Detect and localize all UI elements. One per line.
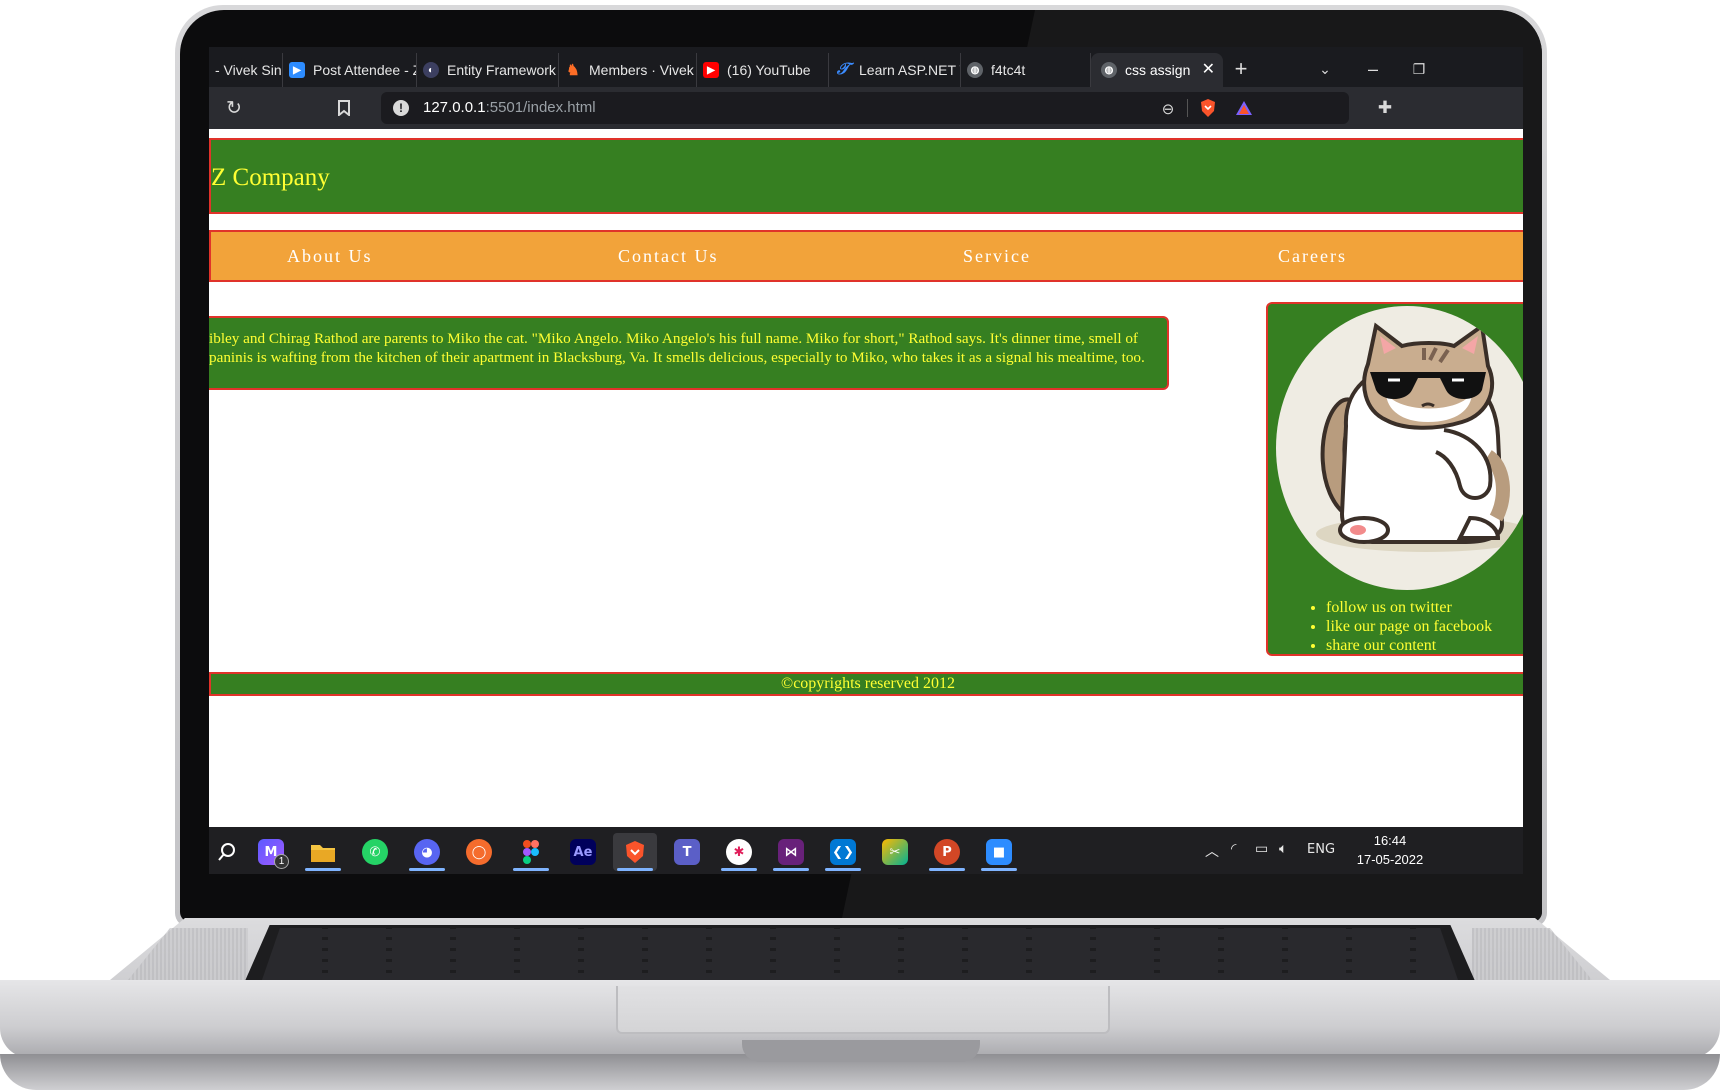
bookmark-icon[interactable] [331, 95, 357, 121]
tab-label: - Vivek Sing [215, 62, 283, 78]
brave-icon[interactable] [613, 833, 657, 871]
teams-icon[interactable]: T [665, 833, 709, 871]
main-nav: About Us Contact Us Service Careers [209, 230, 1523, 282]
copyright-text: ©copyrights reserved 2012 [781, 675, 955, 692]
article-box: ibley and Chirag Rathod are parents to M… [209, 316, 1169, 390]
tab-label: Post Attendee - Z [313, 62, 417, 78]
keyboard-keys [262, 928, 1458, 980]
browser-tab-strip: - Vivek Sing ▶ Post Attendee - Z ◐ Entit… [209, 47, 1523, 87]
figma-icon[interactable] [509, 833, 553, 871]
tab-css-assign[interactable]: ◍ css assign ✕ [1091, 53, 1223, 87]
site-info-icon[interactable]: ! [393, 100, 409, 116]
new-tab-icon[interactable]: + [1227, 55, 1255, 83]
entity-framework-icon: ◐ [423, 62, 439, 78]
whatsapp-icon[interactable]: ✆ [353, 833, 397, 871]
article-text: ibley and Chirag Rathod are parents to M… [209, 330, 1145, 366]
extensions-icon[interactable]: ✚ [1373, 96, 1397, 120]
tab-members[interactable]: ♞ Members · Vivek [559, 53, 697, 87]
tab-learn-aspnet[interactable]: 𝒯 Learn ASP.NET W [829, 53, 961, 87]
page-footer: ©copyrights reserved 2012 [209, 672, 1523, 696]
reload-icon[interactable]: ↻ [221, 95, 247, 121]
address-bar[interactable]: ! 127.0.0.1:5501/index.html ⊖ [381, 92, 1349, 124]
notification-badge: 1 [274, 854, 289, 869]
nav-about-us[interactable]: About Us [287, 246, 373, 267]
powerpoint-icon[interactable]: P [925, 833, 969, 871]
tab-label: f4tc4t [991, 62, 1026, 78]
cat-image [1276, 306, 1523, 590]
tab-entity-framework[interactable]: ◐ Entity Framework [417, 53, 559, 87]
tab-vivek[interactable]: - Vivek Sing [209, 53, 283, 87]
tab-label: Learn ASP.NET W [859, 62, 960, 78]
slack-icon[interactable]: ✱ [717, 833, 761, 871]
social-links: follow us on twitter like our page on fa… [1326, 598, 1492, 655]
brave-shields-icon[interactable] [1197, 97, 1219, 119]
snip-tool-icon[interactable]: ✂ [873, 833, 917, 871]
tray-chevron-icon[interactable]: ︿ [1205, 841, 1219, 861]
tab-f4tc4t[interactable]: ◍ f4tc4t [961, 53, 1091, 87]
minimize-icon[interactable]: – [1359, 55, 1387, 83]
tab-label: (16) YouTube [727, 62, 811, 78]
page-header: Z Company [209, 138, 1523, 214]
nav-service[interactable]: Service [963, 246, 1031, 267]
lid-notch [742, 1040, 980, 1062]
tab-post-attendee[interactable]: ▶ Post Attendee - Z [283, 53, 417, 87]
origin-icon[interactable]: ◯ [457, 833, 501, 871]
social-link-share[interactable]: share our content [1326, 636, 1492, 655]
social-link-twitter[interactable]: follow us on twitter [1326, 598, 1492, 617]
search-icon[interactable] [209, 833, 249, 871]
after-effects-icon[interactable]: Ae [561, 833, 605, 871]
tab-label: Entity Framework [447, 62, 556, 78]
social-link-facebook[interactable]: like our page on facebook [1326, 617, 1492, 636]
screen: - Vivek Sing ▶ Post Attendee - Z ◐ Entit… [209, 47, 1523, 874]
system-clock[interactable]: 16:44 17-05-2022 [1345, 831, 1435, 869]
restore-icon[interactable]: ❐ [1405, 55, 1433, 83]
web-page: Z Company About Us Contact Us Service Ca… [209, 129, 1523, 827]
clock-date: 17-05-2022 [1356, 852, 1424, 867]
globe-icon: ◍ [1101, 62, 1117, 78]
tab-search-chevron-icon[interactable]: ⌄ [1311, 55, 1339, 83]
company-title: Z Company [211, 164, 330, 191]
zoom-app-icon[interactable]: ■ [977, 833, 1021, 871]
browser-toolbar: ↻ ! 127.0.0.1:5501/index.html ⊖ ✚ [209, 87, 1523, 129]
brave-rewards-icon[interactable] [1233, 97, 1255, 119]
cool-cat-illustration [1316, 322, 1523, 552]
vscode-icon[interactable]: ❮❯ [821, 833, 865, 871]
windows-taskbar: M 1 ✆ ◕ ◯ Ae T ✱ ⋈ ❮❯ ✂ P ■ ︿ ◜ ▭ 🔈︎ ENG… [209, 827, 1523, 874]
tab-label: css assign [1125, 62, 1191, 78]
zoom-icon: ▶ [289, 62, 305, 78]
language-indicator[interactable]: ENG [1307, 842, 1335, 857]
gitlab-icon: ♞ [566, 62, 580, 79]
discord-icon[interactable]: ◕ [405, 833, 449, 871]
sidebar: follow us on twitter like our page on fa… [1266, 302, 1523, 656]
clock-time: 16:44 [1373, 833, 1407, 848]
address-text: 127.0.0.1:5501/index.html [423, 99, 596, 116]
learn-icon: 𝒯 [836, 61, 850, 78]
tab-youtube[interactable]: ▶ (16) YouTube [697, 53, 829, 87]
zoom-out-icon[interactable]: ⊖ [1157, 98, 1179, 120]
close-tab-icon[interactable]: ✕ [1202, 59, 1215, 79]
youtube-icon: ▶ [703, 62, 719, 78]
battery-icon[interactable]: ▭ [1255, 841, 1268, 857]
volume-icon[interactable]: 🔈︎ [1279, 841, 1287, 857]
file-explorer-icon[interactable] [301, 833, 345, 871]
tab-label: Members · Vivek [589, 62, 694, 78]
notes-app-icon[interactable]: M 1 [249, 833, 293, 871]
visual-studio-icon[interactable]: ⋈ [769, 833, 813, 871]
wifi-icon[interactable]: ◜ [1231, 841, 1236, 857]
globe-icon: ◍ [967, 62, 983, 78]
nav-contact-us[interactable]: Contact Us [618, 246, 719, 267]
trackpad [616, 986, 1110, 1034]
nav-careers[interactable]: Careers [1278, 246, 1347, 267]
